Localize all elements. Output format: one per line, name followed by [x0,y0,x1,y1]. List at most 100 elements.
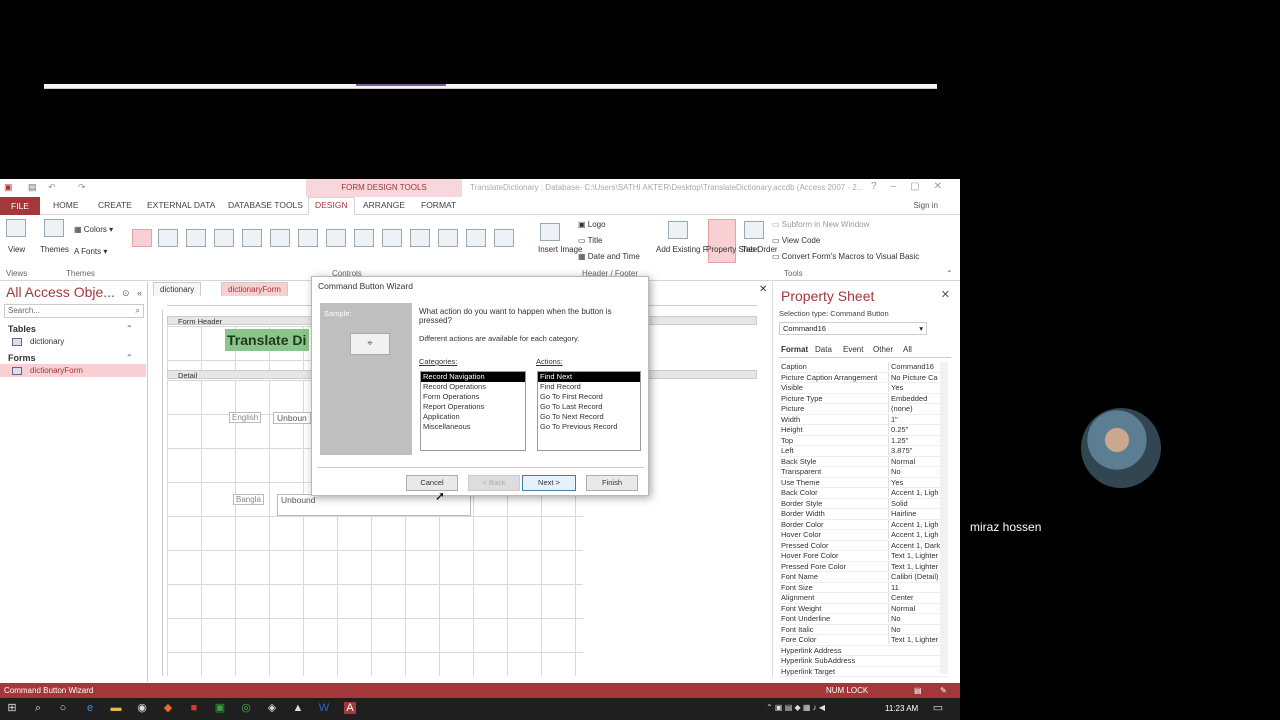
sign-in-link[interactable]: Sign in [914,201,938,210]
property-value[interactable]: No [888,614,944,623]
property-row[interactable]: Picture Type Embedded [779,393,947,404]
window-controls[interactable]: ?–▢✕ [871,181,956,192]
property-value[interactable]: Solid [888,498,944,508]
redo-icon[interactable]: ↷ [78,182,86,193]
date-time-button[interactable]: ▦ Date and Time [578,252,640,261]
view-code-button[interactable]: ▭ View Code [772,236,820,245]
chrome-icon[interactable]: ◎ [240,702,252,714]
property-value[interactable]: Hairline [888,509,944,518]
property-row[interactable]: Picture (none) [779,404,947,415]
chart-control-icon[interactable] [438,229,458,247]
property-row[interactable]: Back Style Normal [779,456,947,467]
property-value[interactable]: Accent 1, Ligh [888,519,944,529]
tab-data-props[interactable]: Data [815,345,832,354]
property-value[interactable]: No [888,467,944,476]
button-control-icon[interactable] [214,229,234,247]
list-item[interactable]: Miscellaneous [421,422,525,432]
access-icon[interactable]: A [344,702,356,714]
list-item[interactable]: Record Navigation [421,372,525,382]
list-item[interactable]: Go To First Record [538,392,640,402]
property-row[interactable]: Font Size 11 [779,582,947,593]
convert-macros-button[interactable]: ▭ Convert Form's Macros to Visual Basic [772,252,919,261]
property-value[interactable]: 3.875" [888,446,944,455]
list-item[interactable]: Application [421,412,525,422]
tab-order-icon[interactable] [744,221,764,239]
property-value[interactable]: Accent 1, Dark [888,540,944,550]
collapse-ribbon-icon[interactable]: ⌃ [946,269,953,278]
logo-button[interactable]: ▣ Logo [578,220,606,229]
property-value[interactable]: Accent 1, Ligh [888,530,944,539]
subform-new-window-button[interactable]: ▭ Subform in New Window [772,220,869,229]
property-row[interactable]: Caption Command16 [779,362,947,373]
themes-button[interactable]: Themes [40,245,69,254]
cancel-button[interactable]: Cancel [406,475,458,491]
property-row[interactable]: Font Weight Normal [779,603,947,614]
option-group-icon[interactable] [354,229,374,247]
list-item[interactable]: Find Record [538,382,640,392]
property-value[interactable]: Center [888,593,944,602]
property-row[interactable]: Pressed Fore Color Text 1, Lighter [779,561,947,572]
property-row[interactable]: Hover Color Accent 1, Ligh [779,530,947,541]
property-row[interactable]: Use Theme Yes [779,477,947,488]
nav-section-tables[interactable]: Tables ⌃ [8,324,133,334]
list-item[interactable]: Form Operations [421,392,525,402]
save-icon[interactable]: ▤ [28,182,37,193]
property-row[interactable]: Font Name Calibri (Detail) [779,572,947,583]
property-value[interactable]: No Picture Ca [888,372,944,382]
app-icon-3[interactable]: ■ [188,702,200,714]
doc-tab-dictionaryform[interactable]: dictionaryForm [221,282,288,296]
list-item[interactable]: Report Operations [421,402,525,412]
property-value[interactable]: (none) [888,404,944,413]
app-icon-2[interactable]: ◆ [162,702,174,714]
property-row[interactable]: Left 3.875" [779,446,947,457]
property-value[interactable]: 11 [888,582,944,592]
system-tray-icons[interactable]: ⌃ ▣ ▤ ◆ ▦ ♪ ◀ [766,703,825,712]
undo-icon[interactable]: ↶ [48,182,56,193]
file-explorer-icon[interactable]: ▬ [110,702,122,714]
form-view-icon[interactable]: ▤ [914,683,922,698]
nav-section-forms[interactable]: Forms ⌃ [8,353,133,363]
tab-event-props[interactable]: Event [843,345,863,354]
tab-home[interactable]: HOME [53,200,79,210]
nav-search-input[interactable]: Search... ⌕ [4,304,144,318]
property-row[interactable]: Hyperlink Address [779,646,947,656]
tab-format[interactable]: FORMAT [421,200,456,210]
property-row[interactable]: Hover Fore Color Text 1, Lighter [779,551,947,562]
back-button[interactable]: < Back [468,475,520,491]
property-value[interactable]: Normal [888,456,944,466]
insert-image-icon[interactable] [540,223,560,241]
add-fields-icon[interactable] [668,221,688,239]
property-row[interactable]: Fore Color Text 1, Lighter [779,635,947,646]
property-row[interactable]: Border Width Hairline [779,509,947,520]
property-row[interactable]: Font Underline No [779,614,947,625]
line-control-icon[interactable] [466,229,486,247]
doc-tab-dictionary[interactable]: dictionary [153,282,202,296]
tab-create[interactable]: CREATE [98,200,132,210]
property-row[interactable]: Transparent No [779,467,947,478]
colors-button[interactable]: ▦ Colors ▾ [74,225,113,234]
list-item[interactable]: Go To Next Record [538,412,640,422]
property-row[interactable]: Top 1.25" [779,435,947,446]
property-sheet-button-bg[interactable] [708,219,736,263]
unbound-textbox-1[interactable]: Unboun [273,412,311,424]
tab-control-icon[interactable] [242,229,262,247]
property-row[interactable]: Width 1" [779,414,947,425]
property-row[interactable]: Pressed Color Accent 1, Dark [779,540,947,551]
property-value[interactable]: Text 1, Lighter [888,561,944,571]
list-item[interactable]: Record Operations [421,382,525,392]
select-pointer-icon[interactable] [132,229,152,247]
nav-collapse-icon[interactable]: « [137,288,142,298]
property-value[interactable]: 0.25" [888,425,944,434]
property-row[interactable]: Back Color Accent 1, Ligh [779,488,947,499]
property-value[interactable]: Accent 1, Ligh [888,488,944,497]
property-row[interactable]: Border Color Accent 1, Ligh [779,519,947,530]
search-icon[interactable]: ⌕ [32,702,44,714]
property-row[interactable]: Alignment Center [779,593,947,604]
property-value[interactable]: 1" [888,414,944,424]
close-icon[interactable]: ✕ [941,288,950,301]
english-label[interactable]: English [229,412,262,423]
property-value[interactable]: 1.25" [888,435,944,445]
title-button[interactable]: ▭ Title [578,236,602,245]
tab-external-data[interactable]: EXTERNAL DATA [147,200,215,210]
property-value[interactable]: Text 1, Lighter [888,551,944,560]
